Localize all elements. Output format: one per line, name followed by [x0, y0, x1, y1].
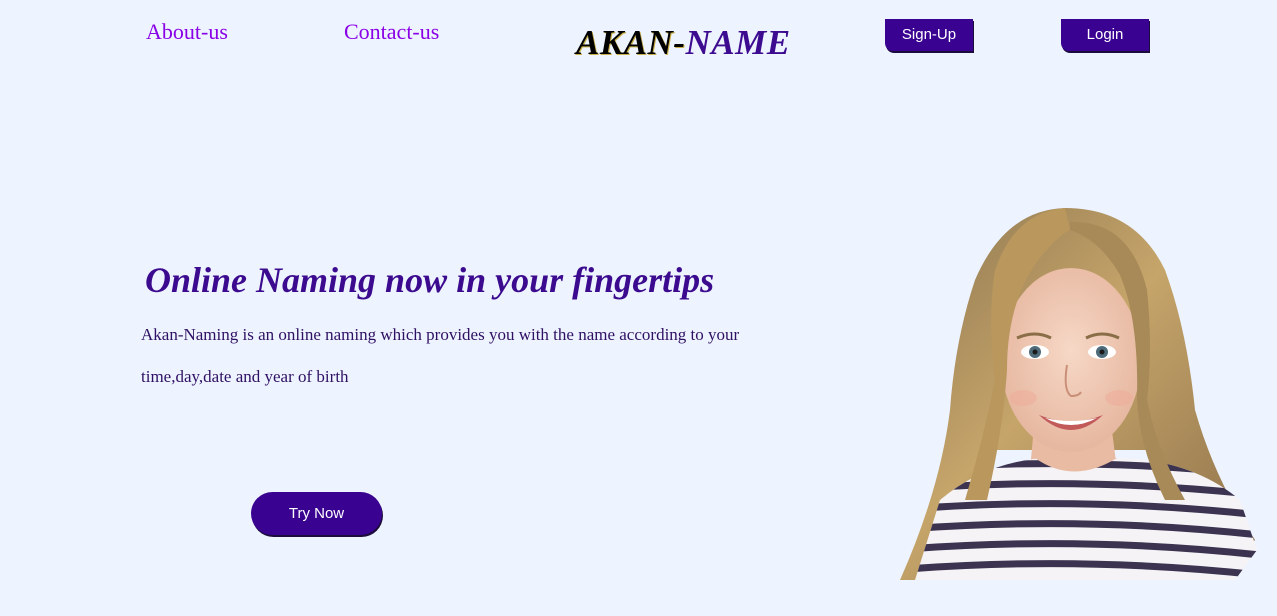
hero-title: Online Naming now in your fingertips	[145, 260, 715, 300]
sign-up-button[interactable]: Sign-Up	[885, 19, 973, 51]
about-us-link[interactable]: About-us	[146, 19, 228, 45]
try-now-button[interactable]: Try Now	[251, 492, 382, 535]
brand-logo: AKAN-NAME	[576, 24, 791, 62]
brand-part-akan: AKAN-	[576, 23, 686, 62]
hero-photo-girl	[895, 200, 1260, 580]
login-button[interactable]: Login	[1061, 19, 1149, 51]
brand-part-name: NAME	[685, 23, 791, 62]
contact-us-link[interactable]: Contact-us	[344, 19, 439, 45]
hero-description: Akan-Naming is an online naming which pr…	[141, 325, 740, 386]
